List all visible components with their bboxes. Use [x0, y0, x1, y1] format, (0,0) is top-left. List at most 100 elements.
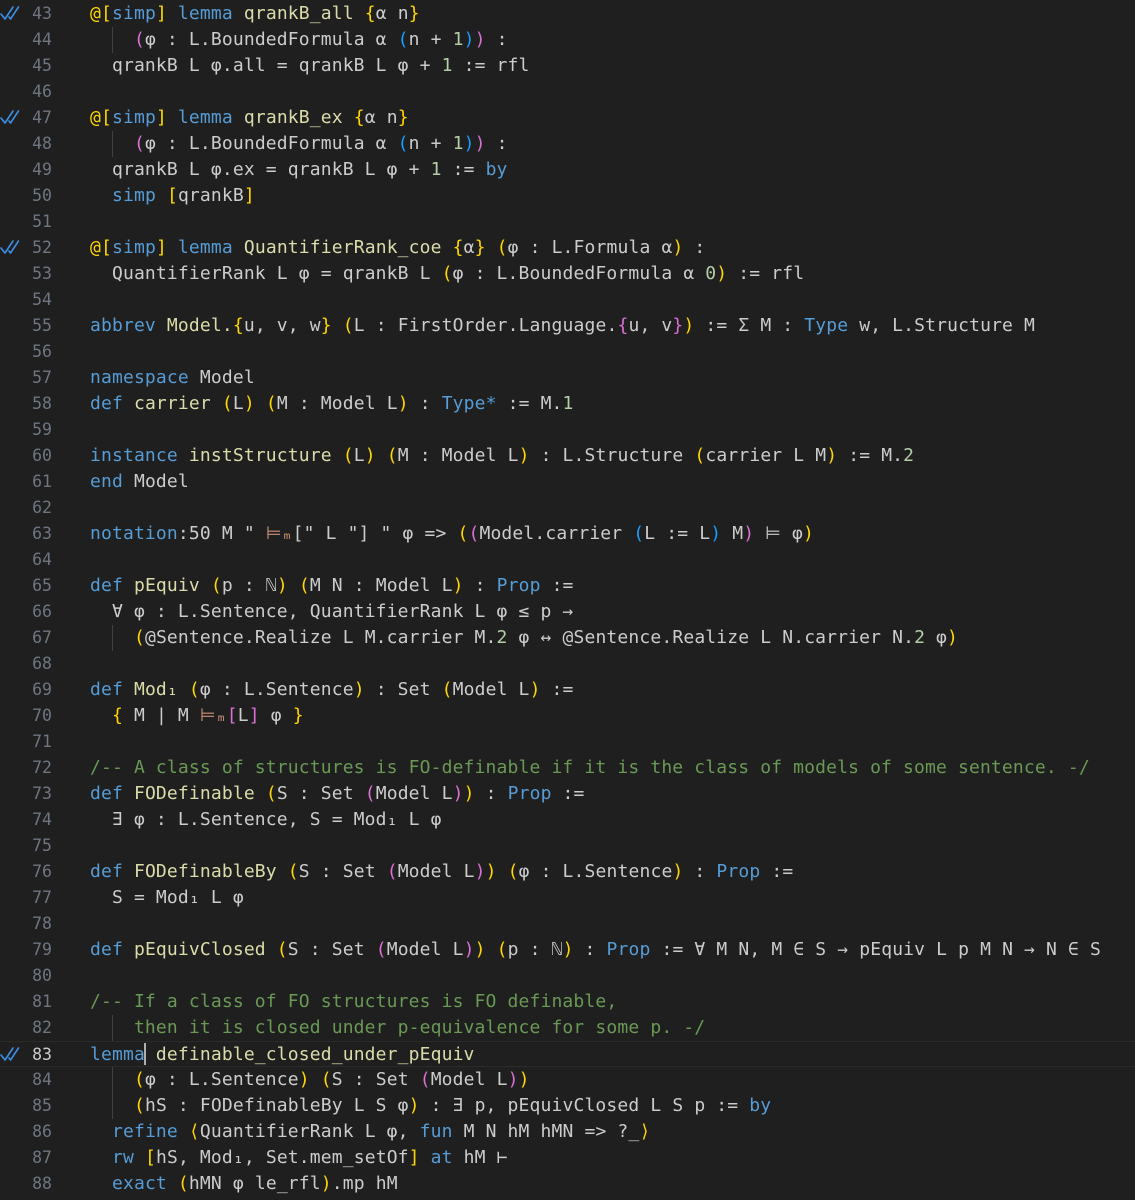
code-token: def: [90, 679, 123, 700]
code-token: : L.Structure: [529, 445, 695, 466]
code-token: :: [463, 575, 497, 596]
code-line[interactable]: 85 (hS : FODefinableBy L S φ) : ∃ p, pEq…: [0, 1093, 1135, 1119]
code-token: 2: [496, 627, 508, 648]
code-editor[interactable]: 43 @[simp] lemma qrankB_all {α n} 44 (φ : …: [0, 0, 1135, 1200]
code-text: simp [qrankB]: [90, 184, 255, 208]
code-line[interactable]: 72 /-- A class of structures is FO-defina…: [0, 755, 1135, 781]
code-token: [: [144, 1147, 156, 1168]
code-token: (: [457, 523, 469, 544]
code-line[interactable]: 61 end Model: [0, 469, 1135, 495]
code-token: :: [408, 393, 442, 414]
code-text: ∃ φ : L.Sentence, S = Mod₁ L φ: [90, 808, 442, 832]
code-line[interactable]: 44 (φ : L.BoundedFormula α (n + 1)) :: [0, 27, 1135, 53]
code-text: notation:50 M " ⊨ₘ[" L "] " φ => ((Model…: [90, 522, 814, 546]
code-line[interactable]: 68: [0, 651, 1135, 677]
code-token: then it is closed under p-equivalence fo…: [90, 1017, 706, 1038]
code-token: L: [232, 393, 244, 414]
code-token: φ: [925, 627, 948, 648]
code-line[interactable]: 69 def Mod₁ (φ : L.Sentence) : Set (Model…: [0, 677, 1135, 703]
code-line[interactable]: 88 exact (hMN φ le_rfl).mp hM: [0, 1171, 1135, 1197]
code-token: ): [353, 679, 365, 700]
code-line[interactable]: 71: [0, 729, 1135, 755]
code-line[interactable]: 66 ∀ φ : L.Sentence, QuantifierRank L φ …: [0, 599, 1135, 625]
line-number: 57: [32, 368, 52, 387]
code-text: QuantifierRank L φ = qrankB L (φ : L.Bou…: [90, 262, 804, 286]
code-token: S = Mod₁ L φ: [90, 887, 244, 908]
code-line[interactable]: 63 notation:50 M " ⊨ₘ[" L "] " φ => ((Mod…: [0, 521, 1135, 547]
code-line[interactable]: 43 @[simp] lemma qrankB_all {α n}: [0, 1, 1135, 27]
code-token: ∀ φ : L.Sentence, QuantifierRank L φ ≤ p…: [90, 601, 574, 622]
code-line[interactable]: 46: [0, 79, 1135, 105]
line-number: 72: [32, 758, 52, 777]
code-line[interactable]: 49 qrankB L φ.ex = qrankB L φ + 1 := by: [0, 157, 1135, 183]
code-line[interactable]: 51: [0, 209, 1135, 235]
code-token: φ : L.Formula α: [507, 237, 673, 258]
code-line[interactable]: 76 def FODefinableBy (S : Set (Model L)) …: [0, 859, 1135, 885]
code-line[interactable]: 62: [0, 495, 1135, 521]
code-line[interactable]: 84 (φ : L.Sentence) (S : Set (Model L)): [0, 1067, 1135, 1093]
code-token: hS, Mod₁, Set.mem_setOf: [155, 1147, 409, 1168]
code-line[interactable]: 64: [0, 547, 1135, 573]
code-line[interactable]: 57 namespace Model: [0, 365, 1135, 391]
code-token: ]: [248, 705, 260, 726]
code-line[interactable]: 77 S = Mod₁ L φ: [0, 885, 1135, 911]
code-line[interactable]: 54: [0, 287, 1135, 313]
code-line[interactable]: 56: [0, 339, 1135, 365]
code-token: (: [397, 29, 409, 50]
code-token: α: [463, 237, 475, 258]
code-token: ): [802, 523, 814, 544]
code-text: lemma definable_closed_under_pEquiv: [90, 1043, 475, 1067]
code-token: (: [133, 627, 145, 648]
code-line[interactable]: 58 def carrier (L) (M : Model L) : Type* …: [0, 391, 1135, 417]
code-token: ): [298, 1069, 310, 1090]
line-number: 73: [32, 784, 52, 803]
code-token: M : Model L: [276, 393, 398, 414]
code-token: := M.: [496, 393, 563, 414]
code-line[interactable]: 65 def pEquiv (p : ℕ) (M N : Model L) : P…: [0, 573, 1135, 599]
line-number: 77: [32, 888, 52, 907]
code-line[interactable]: 87 rw [hS, Mod₁, Set.mem_setOf] at hM ⊢: [0, 1145, 1135, 1171]
code-text: @[simp] lemma QuantifierRank_coe {α} (φ …: [90, 236, 705, 260]
code-line[interactable]: 55 abbrev Model.{u, v, w} (L : FirstOrder…: [0, 313, 1135, 339]
code-token: (: [441, 263, 453, 284]
code-line[interactable]: 47 @[simp] lemma qrankB_ex {α n}: [0, 105, 1135, 131]
code-line[interactable]: 78: [0, 911, 1135, 937]
code-token: ): [672, 237, 684, 258]
code-line[interactable]: 48 (φ : L.BoundedFormula α (n + 1)) :: [0, 131, 1135, 157]
code-token: QuantifierRank_coe: [243, 237, 442, 258]
code-token: φ : L.BoundedFormula α: [144, 133, 398, 154]
code-line[interactable]: 79 def pEquivClosed (S : Set (Model L)) (…: [0, 937, 1135, 963]
code-line[interactable]: 80: [0, 963, 1135, 989]
code-line[interactable]: 45 qrankB L φ.all = qrankB L φ + 1 := rf…: [0, 53, 1135, 79]
code-line[interactable]: 59: [0, 417, 1135, 443]
code-line[interactable]: 82 then it is closed under p-equivalence…: [0, 1015, 1135, 1041]
code-line[interactable]: 83 lemma definable_closed_under_pEquiv: [0, 1041, 1135, 1067]
code-line[interactable]: 70 { M | M ⊨ₘ[L] φ }: [0, 703, 1135, 729]
line-number: 63: [32, 524, 52, 543]
code-text: rw [hS, Mod₁, Set.mem_setOf] at hM ⊢: [90, 1146, 508, 1170]
code-line[interactable]: 52 @[simp] lemma QuantifierRank_coe {α} (…: [0, 235, 1135, 261]
code-token: [: [166, 185, 178, 206]
code-token: :=: [760, 861, 794, 882]
code-line[interactable]: 86 refine ⟨QuantifierRank L φ, fun M N h…: [0, 1119, 1135, 1145]
code-text: /-- If a class of FO structures is FO de…: [90, 990, 617, 1014]
indent-guide: [112, 27, 113, 53]
code-token: ): [710, 523, 722, 544]
code-token: Prop: [716, 861, 761, 882]
code-line[interactable]: 67 (@Sentence.Realize L M.carrier M.2 φ …: [0, 625, 1135, 651]
code-line[interactable]: 60 instance instStructure (L) (M : Model …: [0, 443, 1135, 469]
code-line[interactable]: 53 QuantifierRank L φ = qrankB L (φ : L.…: [0, 261, 1135, 287]
code-token: (: [441, 679, 453, 700]
code-text: (hS : FODefinableBy L S φ) : ∃ p, pEquiv…: [90, 1094, 771, 1118]
line-number: 65: [32, 576, 52, 595]
code-token: ): [529, 679, 541, 700]
code-line[interactable]: 50 simp [qrankB]: [0, 183, 1135, 209]
code-text: namespace Model: [90, 366, 255, 390]
code-line[interactable]: 73 def FODefinable (S : Set (Model L)) : …: [0, 781, 1135, 807]
code-line[interactable]: 74 ∃ φ : L.Sentence, S = Mod₁ L φ: [0, 807, 1135, 833]
code-text: S = Mod₁ L φ: [90, 886, 244, 910]
code-line[interactable]: 75: [0, 833, 1135, 859]
code-line[interactable]: 81 /-- If a class of FO structures is FO …: [0, 989, 1135, 1015]
